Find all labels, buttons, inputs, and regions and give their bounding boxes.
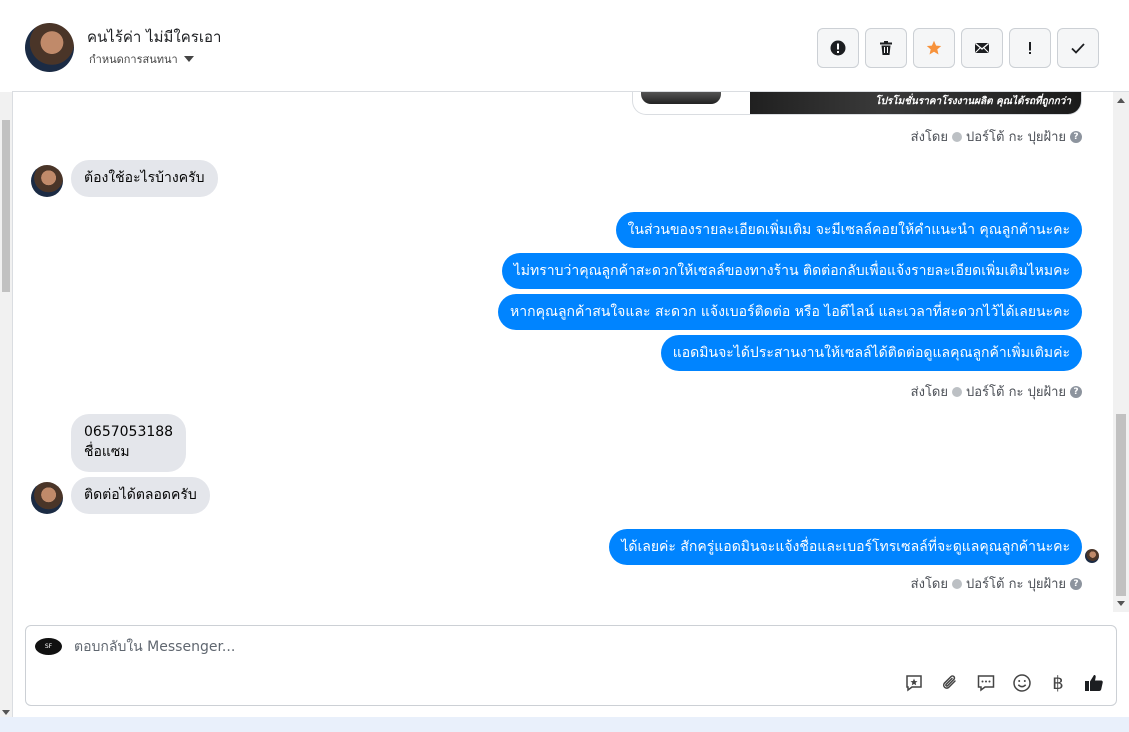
car-image [641,92,721,104]
checkmark-icon [1071,43,1085,54]
message-scrollbar[interactable] [1113,92,1129,612]
seen-avatar [1085,549,1099,563]
emoji-icon [1013,674,1031,692]
sender-name: ปอร์โต้ กะ ปุยฝ้าย [966,385,1066,400]
star-button[interactable] [913,28,955,68]
done-button[interactable] [1057,28,1099,68]
left-scrollbar[interactable] [0,92,12,717]
contact-avatar [31,165,63,197]
attachment-icon [942,675,956,689]
bottom-strip [0,717,1129,732]
star-icon [926,40,942,55]
exclamation-icon [1029,42,1031,54]
incoming-message: ติดต่อได้ตลอดครับ [71,477,210,514]
like-button[interactable] [1083,672,1105,694]
sender-name: ปอร์โต้ กะ ปุยฝ้าย [966,577,1066,592]
reply-input[interactable] [74,636,874,658]
composer-toolbar: ฿ [903,672,1105,694]
outgoing-message: หากคุณลูกค้าสนใจและ สะดวก แจ้งเบอร์ติดต่… [498,294,1082,330]
outgoing-message: ไม่ทราบว่าคุณลูกค้าสะดวกให้เซลล์ของทางร้… [501,253,1082,289]
scrollbar-thumb[interactable] [1116,414,1126,596]
sent-by-label: ส่งโดย ปอร์โต้ กะ ปุยฝ้าย ? [911,573,1082,594]
help-icon[interactable]: ? [1070,385,1082,398]
envelope-icon [975,43,989,53]
outgoing-message: แอดมินจะได้ประสานงานให้เซลล์ได้ติดต่อดูแ… [660,335,1082,371]
sent-by-label: ส่งโดย ปอร์โต้ กะ ปุยฝ้าย ? [911,126,1082,147]
phone-number-text: 0657053188 [84,424,174,440]
incoming-message: ต้องใช้อะไรบ้างครับ [71,160,218,197]
scroll-down-arrow-icon[interactable] [2,710,10,715]
follow-up-button[interactable] [1009,28,1051,68]
sender-name: ปอร์โต้ กะ ปุยฝ้าย [966,130,1066,145]
quick-reply-button[interactable] [975,672,997,694]
check-icon [952,386,962,397]
assign-label: กำหนดการสนทนา [89,53,178,66]
name-text: ชื่อแซม [84,444,130,460]
reply-composer: SF ฿ [25,625,1117,706]
incoming-message: 0657053188 ชื่อแซม [71,414,187,472]
sent-by-prefix: ส่งโดย [910,130,948,145]
payment-button[interactable]: ฿ [1047,672,1069,694]
promo-banner-text: โปรโมชั่นราคาโรงงานผลิต คุณได้รถที่ถูกกว… [750,92,1081,114]
sent-by-label: ส่งโดย ปอร์โต้ กะ ปุยฝ้าย ? [911,381,1082,402]
alert-circle-icon [830,40,846,56]
scroll-up-arrow-icon[interactable] [1117,98,1125,103]
delete-button[interactable] [865,28,907,68]
page-logo: SF [35,638,62,655]
promo-image-attachment[interactable]: โปรโมชั่นราคาโรงงานผลิต คุณได้รถที่ถูกกว… [632,92,1082,115]
sent-by-prefix: ส่งโดย [910,577,948,592]
conversation-header: คนไร้ค่า ไม่มีใครเอา กำหนดการสนทนา [12,3,1129,92]
check-icon [952,131,962,142]
sent-by-prefix: ส่งโดย [910,385,948,400]
caret-down-icon [183,56,194,62]
thumbs-up-icon [1085,675,1103,691]
scrollbar-thumb[interactable] [2,120,10,292]
trash-icon [880,41,892,55]
check-icon [952,578,962,589]
action-toolbar [817,28,1099,68]
contact-name[interactable]: คนไร้ค่า ไม่มีใครเอา [87,25,221,49]
scroll-down-arrow-icon[interactable] [1117,601,1125,606]
attachment-button[interactable] [939,672,961,694]
help-icon[interactable]: ? [1070,577,1082,590]
outgoing-message: ในส่วนของรายละเอียดเพิ่มเติม จะมีเซลล์คอ… [615,212,1082,248]
saved-reply-icon [906,675,922,692]
contact-avatar [31,482,63,514]
contact-avatar[interactable] [25,23,74,72]
saved-reply-button[interactable] [903,672,925,694]
outgoing-message: ได้เลยค่ะ สักครู่แอดมินจะแจ้งชื่อและเบอร… [609,529,1082,565]
help-icon[interactable]: ? [1070,130,1082,143]
chat-bubble-icon [977,675,995,692]
assign-conversation-dropdown[interactable]: กำหนดการสนทนา [89,50,194,68]
emoji-button[interactable] [1011,672,1033,694]
baht-icon: ฿ [1052,672,1064,694]
mark-unread-button[interactable] [961,28,1003,68]
mark-spam-button[interactable] [817,28,859,68]
